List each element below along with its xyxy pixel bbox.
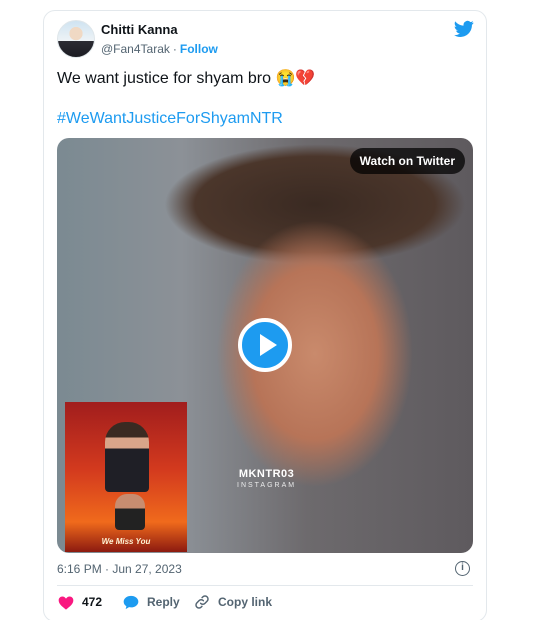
video-watermark: MKNTR03 INSTAGRAM: [237, 468, 296, 492]
inset-person-figure-small: [115, 494, 145, 530]
watermark-main: MKNTR03: [238, 468, 295, 480]
tweet-text: We want justice for shyam bro 😭💔: [57, 70, 316, 87]
video-thumbnail[interactable]: Watch on Twitter MKNTR03 INSTAGRAM We Mi…: [57, 138, 473, 553]
like-button[interactable]: 472: [58, 594, 102, 610]
divider: [57, 585, 473, 586]
watch-on-twitter-button[interactable]: Watch on Twitter: [349, 148, 465, 174]
inset-person-figure: [105, 422, 149, 492]
twitter-bird-icon[interactable]: [454, 20, 474, 38]
hashtag-link[interactable]: #WeWantJusticeForShyamNTR: [57, 110, 283, 128]
follow-button[interactable]: Follow: [180, 42, 218, 56]
watermark-sub: INSTAGRAM: [237, 482, 297, 489]
avatar[interactable]: [57, 20, 95, 58]
separator-dot: ·: [172, 42, 177, 56]
info-icon[interactable]: i: [455, 561, 470, 576]
reply-button[interactable]: Reply: [123, 594, 180, 610]
inset-caption: We Miss You: [101, 537, 151, 546]
link-icon: [195, 595, 209, 609]
author-name[interactable]: Chitti Kanna: [101, 22, 178, 37]
play-icon[interactable]: [238, 318, 292, 372]
copy-link-button[interactable]: Copy link: [194, 594, 272, 610]
tweet-timestamp[interactable]: 6:16 PM · Jun 27, 2023: [57, 562, 182, 576]
author-handle[interactable]: @Fan4Tarak: [101, 42, 170, 56]
reply-label: Reply: [147, 595, 180, 609]
like-count: 472: [82, 595, 103, 609]
copy-link-label: Copy link: [218, 595, 273, 609]
inset-poster-image: We Miss You: [65, 402, 187, 552]
author-handle-row: @Fan4Tarak · Follow: [101, 42, 218, 56]
heart-icon: [58, 596, 74, 610]
reply-bubble-icon: [123, 595, 139, 609]
